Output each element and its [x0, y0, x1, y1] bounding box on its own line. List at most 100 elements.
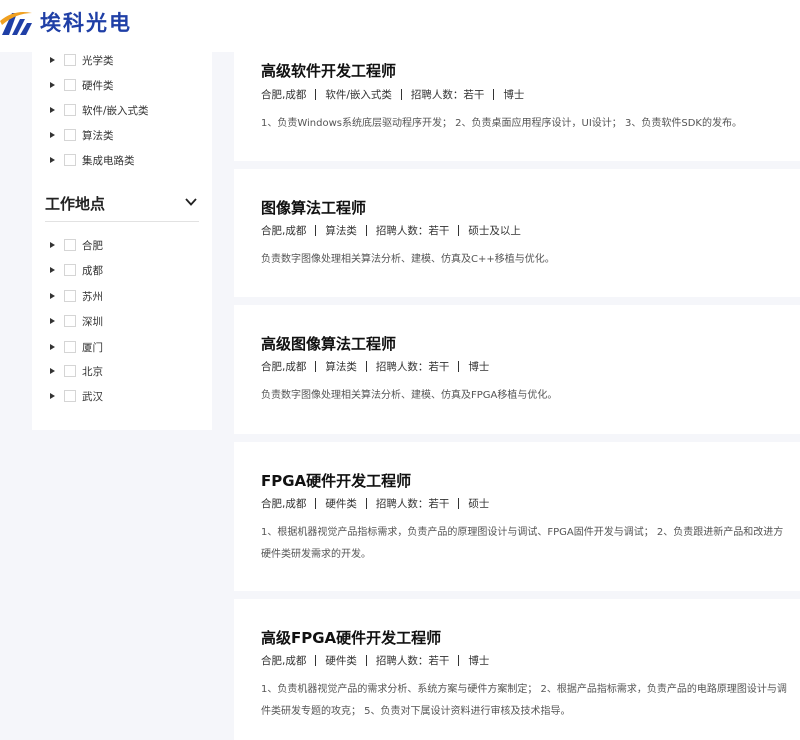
- checkbox[interactable]: [64, 290, 76, 302]
- caret-right-icon[interactable]: [50, 318, 55, 324]
- job-education: 硕士: [468, 498, 490, 510]
- filter-location-xiamen[interactable]: 厦门: [50, 338, 103, 356]
- brand-name: 埃科光电: [40, 11, 132, 35]
- separator: [365, 498, 367, 509]
- checkbox[interactable]: [64, 54, 76, 66]
- separator: [315, 655, 317, 666]
- filter-label: 深圳: [82, 315, 103, 328]
- checkbox[interactable]: [64, 365, 76, 377]
- divider: [45, 221, 199, 222]
- chevron-down-icon[interactable]: [184, 195, 198, 209]
- filter-label: 苏州: [82, 290, 103, 303]
- job-title[interactable]: 高级图像算法工程师: [261, 333, 396, 354]
- job-education: 博士: [503, 89, 525, 101]
- job-description: 1、负责机器视觉产品的需求分析、系统方案与硬件方案制定； 2、根据产品指标需求，…: [261, 679, 800, 723]
- separator: [315, 498, 317, 509]
- job-title[interactable]: 图像算法工程师: [261, 197, 366, 218]
- filter-category-software[interactable]: 软件/嵌入式类: [50, 101, 149, 119]
- job-description-line: 负责数字图像处理相关算法分析、建模、仿真及FPGA移植与优化。: [261, 390, 558, 401]
- filter-location-hefei[interactable]: 合肥: [50, 236, 103, 254]
- checkbox[interactable]: [64, 129, 76, 141]
- job-category: 算法类: [325, 225, 357, 237]
- logo[interactable]: 埃科光电: [0, 4, 132, 40]
- filter-label: 合肥: [82, 239, 103, 252]
- job-category: 硬件类: [325, 655, 357, 667]
- caret-right-icon[interactable]: [50, 57, 55, 63]
- separator: [315, 361, 317, 372]
- separator: [400, 89, 402, 100]
- filter-category-algorithm[interactable]: 算法类: [50, 126, 114, 144]
- job-location: 合肥,成都: [261, 655, 307, 667]
- job-title[interactable]: 高级软件开发工程师: [261, 60, 396, 81]
- job-description-line: 1、负责机器视觉产品的需求分析、系统方案与硬件方案制定； 2、根据产品指标需求，…: [261, 684, 787, 695]
- filter-category-ic[interactable]: 集成电路类: [50, 151, 135, 169]
- job-meta: 合肥,成都 软件/嵌入式类 招聘人数：若干 博士: [261, 87, 524, 102]
- filter-label: 软件/嵌入式类: [82, 104, 149, 117]
- filter-label: 硬件类: [82, 79, 114, 92]
- checkbox[interactable]: [64, 315, 76, 327]
- caret-right-icon[interactable]: [50, 368, 55, 374]
- filter-label: 集成电路类: [82, 154, 135, 167]
- job-meta: 合肥,成都 硬件类 招聘人数：若干 博士: [261, 653, 489, 668]
- checkbox[interactable]: [64, 154, 76, 166]
- filter-location-suzhou[interactable]: 苏州: [50, 287, 103, 305]
- filter-category-optics[interactable]: 光学类: [50, 51, 114, 69]
- separator: [458, 361, 460, 372]
- job-title[interactable]: FPGA硬件开发工程师: [261, 470, 411, 491]
- separator: [493, 89, 495, 100]
- separator: [365, 225, 367, 236]
- filter-location-beijing[interactable]: 北京: [50, 362, 103, 380]
- checkbox[interactable]: [64, 264, 76, 276]
- caret-right-icon[interactable]: [50, 157, 55, 163]
- filter-label: 武汉: [82, 390, 103, 403]
- job-location: 合肥,成都: [261, 361, 307, 373]
- filter-location-wuhan[interactable]: 武汉: [50, 387, 103, 405]
- job-meta: 合肥,成都 算法类 招聘人数：若干 博士: [261, 359, 489, 374]
- checkbox[interactable]: [64, 390, 76, 402]
- caret-right-icon[interactable]: [50, 393, 55, 399]
- job-card[interactable]: FPGA硬件开发工程师 合肥,成都 硬件类 招聘人数：若干 硕士 1、根据机器视…: [234, 442, 800, 591]
- job-description-line: 1、负责Windows系统底层驱动程序开发； 2、负责桌面应用程序设计，UI设计…: [261, 118, 742, 129]
- job-meta: 合肥,成都 硬件类 招聘人数：若干 硕士: [261, 496, 489, 511]
- filter-category-hardware[interactable]: 硬件类: [50, 76, 114, 94]
- job-description: 负责数字图像处理相关算法分析、建模、仿真及FPGA移植与优化。: [261, 385, 800, 407]
- top-bar: 埃科光电: [0, 0, 800, 52]
- job-card[interactable]: 高级FPGA硬件开发工程师 合肥,成都 硬件类 招聘人数：若干 博士 1、负责机…: [234, 599, 800, 740]
- job-description-line: 负责数字图像处理相关算法分析、建模、仿真及C++移植与优化。: [261, 254, 555, 265]
- filter-sidebar: 光学类 硬件类 软件/嵌入式类 算法类 集成电路类 工作地点 合肥 成都 苏州: [32, 52, 212, 430]
- job-description: 1、根据机器视觉产品指标需求，负责产品的原理图设计与调试、FPGA固件开发与调试…: [261, 522, 800, 566]
- checkbox[interactable]: [64, 239, 76, 251]
- job-description: 负责数字图像处理相关算法分析、建模、仿真及C++移植与优化。: [261, 249, 800, 271]
- filter-location-shenzhen[interactable]: 深圳: [50, 312, 103, 330]
- caret-right-icon[interactable]: [50, 293, 55, 299]
- caret-right-icon[interactable]: [50, 242, 55, 248]
- checkbox[interactable]: [64, 341, 76, 353]
- checkbox[interactable]: [64, 79, 76, 91]
- job-location: 合肥,成都: [261, 89, 307, 101]
- job-title[interactable]: 高级FPGA硬件开发工程师: [261, 627, 441, 648]
- job-headcount: 招聘人数：若干: [375, 225, 450, 237]
- caret-right-icon[interactable]: [50, 267, 55, 273]
- job-card[interactable]: 高级软件开发工程师 合肥,成都 软件/嵌入式类 招聘人数：若干 博士 1、负责W…: [234, 48, 800, 161]
- job-description: 1、负责Windows系统底层驱动程序开发； 2、负责桌面应用程序设计，UI设计…: [261, 113, 800, 135]
- job-location: 合肥,成都: [261, 498, 307, 510]
- separator: [315, 225, 317, 236]
- filter-label: 光学类: [82, 54, 114, 67]
- caret-right-icon[interactable]: [50, 344, 55, 350]
- job-description-line: 硬件类研发需求的开发。: [261, 549, 371, 560]
- checkbox[interactable]: [64, 104, 76, 116]
- caret-right-icon[interactable]: [50, 107, 55, 113]
- caret-right-icon[interactable]: [50, 132, 55, 138]
- logo-mark-icon: [0, 12, 32, 35]
- job-meta: 合肥,成都 算法类 招聘人数：若干 硕士及以上: [261, 223, 521, 238]
- job-card[interactable]: 图像算法工程师 合肥,成都 算法类 招聘人数：若干 硕士及以上 负责数字图像处理…: [234, 169, 800, 297]
- filter-location-chengdu[interactable]: 成都: [50, 261, 103, 279]
- caret-right-icon[interactable]: [50, 82, 55, 88]
- separator: [458, 498, 460, 509]
- job-category: 算法类: [325, 361, 357, 373]
- job-education: 博士: [468, 655, 490, 667]
- separator: [365, 361, 367, 372]
- filter-label: 厦门: [82, 341, 103, 354]
- job-headcount: 招聘人数：若干: [410, 89, 485, 101]
- job-card[interactable]: 高级图像算法工程师 合肥,成都 算法类 招聘人数：若干 博士 负责数字图像处理相…: [234, 305, 800, 434]
